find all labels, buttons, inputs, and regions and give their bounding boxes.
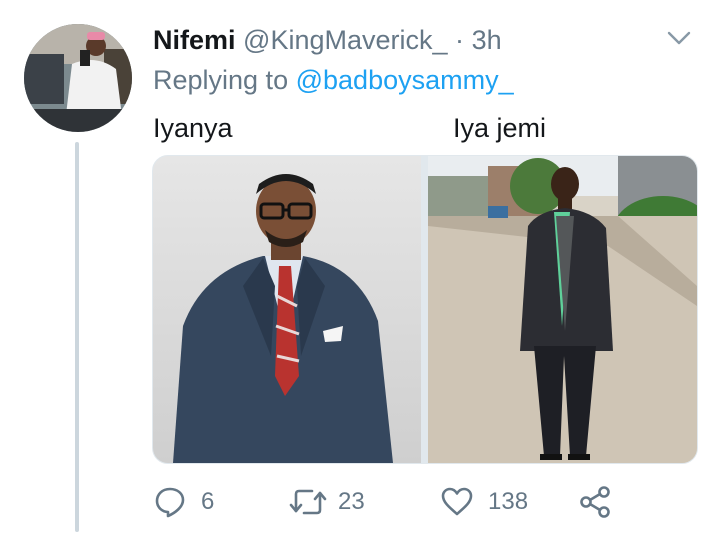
- replying-prefix: Replying to: [153, 65, 289, 95]
- avatar[interactable]: [24, 24, 132, 132]
- reply-mention-link[interactable]: @badboysammy_: [296, 65, 514, 95]
- reply-button[interactable]: 6: [153, 480, 214, 524]
- man-in-navy-suit-studio-icon: [153, 156, 421, 463]
- retweet-count: 23: [338, 488, 365, 515]
- reply-count: 6: [201, 488, 215, 515]
- thread-line: [75, 142, 79, 532]
- man-standing-outdoors-street-icon: [428, 156, 697, 463]
- tweet-text: Iyanya Iya jemi: [153, 110, 713, 150]
- like-count: 138: [488, 488, 529, 515]
- chevron-down-icon[interactable]: [664, 26, 694, 50]
- heart-icon: [441, 487, 473, 516]
- photo-left[interactable]: [153, 156, 421, 463]
- author-name[interactable]: Nifemi: [153, 25, 236, 55]
- profile-photo-icon: [24, 24, 132, 132]
- tweet-header: Nifemi @KingMaverick_ · 3h: [153, 22, 502, 58]
- share-button[interactable]: [578, 480, 612, 524]
- retweet-icon: [289, 489, 327, 515]
- tweet-actions: 6 23 138: [153, 480, 713, 524]
- reply-icon: [155, 487, 185, 518]
- separator-dot: ·: [455, 25, 465, 55]
- tweet-text-right: Iya jemi: [453, 113, 547, 143]
- retweet-button[interactable]: 23: [288, 480, 365, 524]
- share-icon: [580, 486, 610, 518]
- like-button[interactable]: 138: [440, 480, 528, 524]
- tweet-time[interactable]: 3h: [472, 25, 502, 55]
- replying-to: Replying to @badboysammy_: [153, 62, 514, 98]
- photo-right[interactable]: [428, 156, 697, 463]
- tweet-text-left: Iyanya: [153, 113, 233, 143]
- media-grid: [152, 155, 698, 464]
- author-handle[interactable]: @KingMaverick_: [243, 25, 447, 55]
